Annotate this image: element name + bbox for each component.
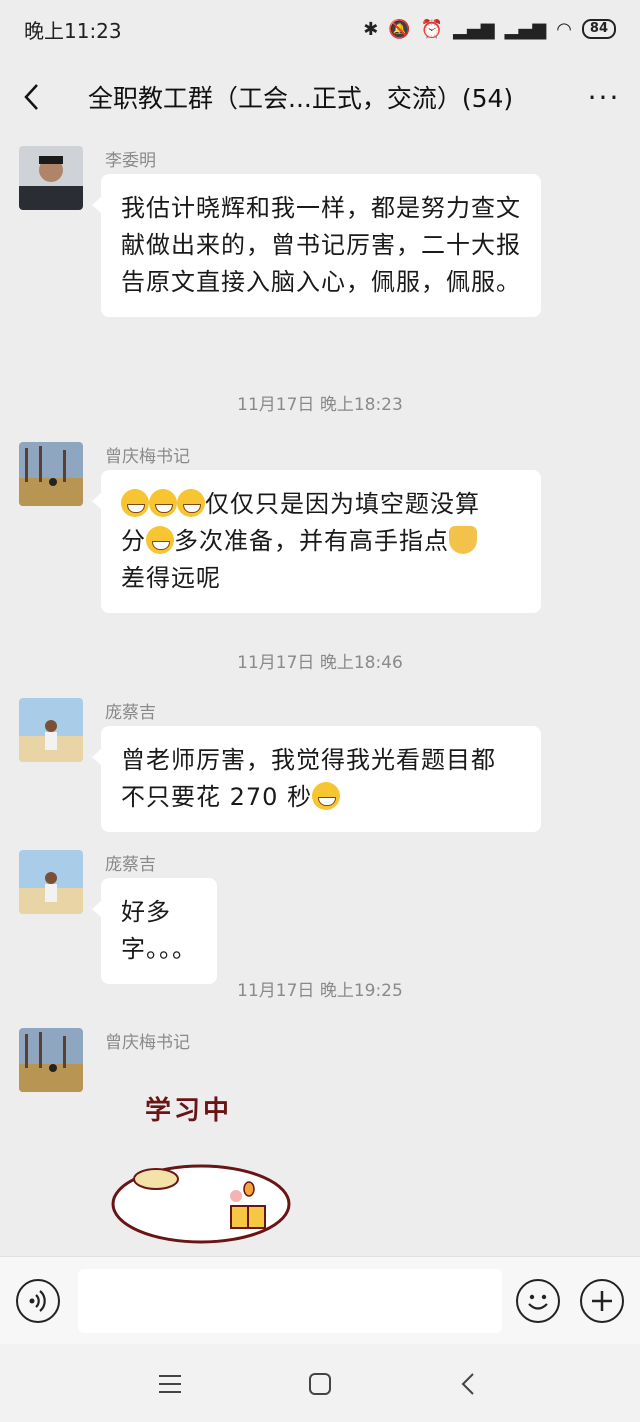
message-text: 曾老师厉害，我觉得我光看题目都 bbox=[121, 746, 496, 774]
menu-key[interactable] bbox=[150, 1366, 190, 1402]
laugh-cry-emoji-icon bbox=[149, 489, 177, 517]
more-options-button[interactable]: ··· bbox=[568, 58, 640, 136]
home-square-icon bbox=[309, 1373, 331, 1395]
timestamp: 11月17日 晚上18:46 bbox=[237, 653, 403, 673]
sender-name: 曾庆梅书记 bbox=[105, 1033, 190, 1053]
message-text: 仅仅只是因为填空题没算 bbox=[205, 490, 480, 518]
chat-title: 全职教工群（工会...正式，交流）(54) bbox=[88, 84, 514, 113]
sticker-message[interactable]: 学习中 bbox=[101, 1086, 301, 1244]
message-text: 不只要花 270 秒 bbox=[121, 783, 313, 811]
bluetooth-icon: ✱ bbox=[363, 18, 379, 40]
signal-icon: ▂▄▆ bbox=[453, 18, 495, 40]
voice-icon bbox=[29, 1290, 46, 1312]
back-key[interactable] bbox=[448, 1366, 488, 1402]
status-time: 晚上11:23 bbox=[24, 18, 122, 43]
wifi-icon: ◠ bbox=[556, 18, 572, 40]
mute-icon: 🔕 bbox=[388, 18, 411, 40]
home-key[interactable] bbox=[300, 1366, 340, 1402]
plus-icon bbox=[592, 1291, 612, 1311]
timestamp: 11月17日 晚上19:25 bbox=[237, 981, 403, 1001]
sender-name: 曾庆梅书记 bbox=[105, 447, 190, 467]
message-bubble[interactable]: 我估计晓辉和我一样，都是努力查文献做出来的，曾书记厉害，二十大报告原文直接入脑入… bbox=[92, 174, 541, 317]
grin-emoji-icon bbox=[146, 526, 174, 554]
battery-indicator: 84 bbox=[581, 19, 616, 39]
alarm-icon: ⏰ bbox=[420, 18, 444, 40]
timestamp: 11月17日 晚上18:23 bbox=[237, 395, 403, 415]
avatar[interactable] bbox=[19, 850, 83, 914]
smiley-icon bbox=[528, 1294, 548, 1310]
hands-emoji-icon bbox=[449, 526, 477, 554]
sender-name: 李委明 bbox=[105, 151, 156, 171]
grin-emoji-icon bbox=[121, 489, 149, 517]
chevron-left-icon bbox=[24, 84, 38, 110]
chat-header: 全职教工群（工会...正式，交流）(54) ··· bbox=[0, 58, 640, 136]
menu-icon bbox=[159, 1375, 181, 1393]
avatar[interactable] bbox=[19, 442, 83, 506]
emoji-button[interactable] bbox=[516, 1279, 560, 1323]
back-triangle-icon bbox=[461, 1373, 474, 1395]
message-input-bar bbox=[0, 1256, 640, 1344]
system-navigation-bar bbox=[0, 1344, 640, 1422]
message-bubble[interactable]: 好多字。。。 bbox=[92, 878, 217, 984]
more-functions-button[interactable] bbox=[580, 1279, 624, 1323]
sticker-caption: 学习中 bbox=[145, 1096, 233, 1126]
grin-emoji-icon bbox=[177, 489, 205, 517]
sender-name: 庞蔡吉 bbox=[105, 703, 156, 723]
avatar[interactable] bbox=[19, 1028, 83, 1092]
voice-input-button[interactable] bbox=[16, 1279, 60, 1323]
message-text: 分 bbox=[121, 527, 146, 555]
avatar[interactable] bbox=[19, 146, 83, 210]
status-icons: ✱ 🔕 ⏰ ▂▄▆ ▂▄▆ ◠ 84 bbox=[363, 19, 616, 40]
message-text: 多次准备，并有高手指点 bbox=[174, 527, 449, 555]
back-button[interactable] bbox=[0, 58, 64, 136]
grin-emoji-icon bbox=[312, 782, 341, 810]
message-text-input[interactable] bbox=[78, 1269, 502, 1333]
chat-message-list[interactable]: 李委明 我估计晓辉和我一样，都是努力查文献做出来的，曾书记厉害，二十大报告原文直… bbox=[0, 136, 640, 1256]
avatar[interactable] bbox=[19, 698, 83, 762]
message-bubble[interactable]: 仅仅只是因为填空题没算分多次准备，并有高手指点差得远呢 bbox=[92, 470, 541, 613]
sticker-character-icon bbox=[111, 1164, 291, 1244]
message-bubble[interactable]: 曾老师厉害，我觉得我光看题目都 不只要花 270 秒 bbox=[92, 726, 541, 832]
signal-2-icon: ▂▄▆ bbox=[504, 18, 547, 40]
message-text: 差得远呢 bbox=[121, 564, 221, 592]
sender-name: 庞蔡吉 bbox=[105, 855, 156, 875]
status-bar: 晚上11:23 ✱ 🔕 ⏰ ▂▄▆ ▂▄▆ ◠ 84 bbox=[0, 0, 640, 58]
